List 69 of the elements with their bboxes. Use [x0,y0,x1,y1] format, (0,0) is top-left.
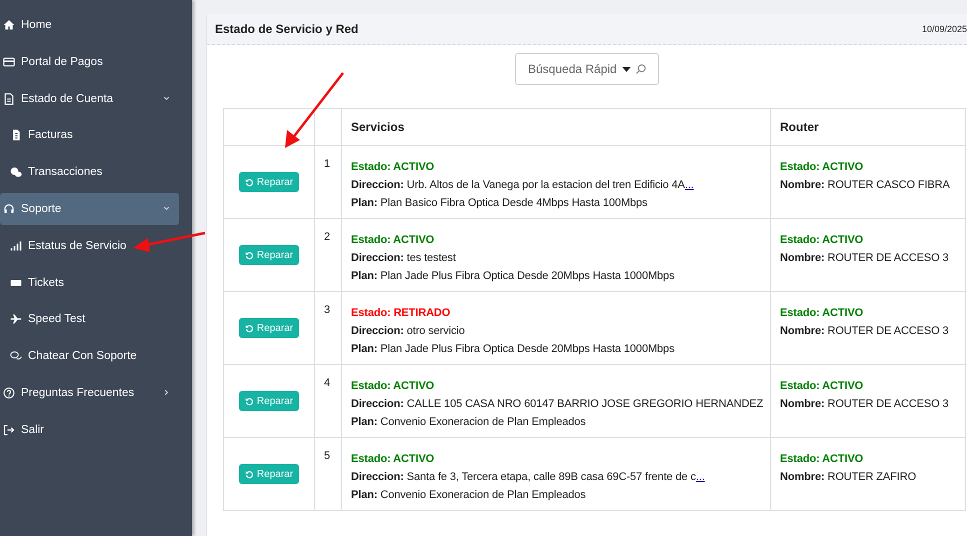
more-link[interactable]: ... [696,471,705,483]
router-name-text: Nombre: ROUTER DE ACCESO 3 [780,397,950,412]
router-name-text: Nombre: ROUTER DE ACCESO 3 [780,324,950,339]
router-name-text: Nombre: ROUTER DE ACCESO 3 [780,251,950,266]
status-text: Estado: ACTIVO [780,306,864,321]
plan-text: Plan: Plan Basico Fibra Optica Desde 4Mbps Hasta 100Mbps [351,196,648,211]
more-link[interactable]: ... [684,179,694,191]
undo-icon [244,470,254,478]
row-number: 4 [324,377,330,389]
undo-icon [244,250,254,260]
row-number: 1 [324,158,330,170]
status-text: Estado: ACTIVO [780,233,864,248]
sidebar-item[interactable]: Chatear Con Soporte [0,340,179,372]
plan-text: Plan: Plan Jade Plus Fibra Optica Desde 20Mbps Hasta 1000Mbps [351,342,676,357]
sidebar-item[interactable]: Soporte [0,192,179,225]
sidebar-item[interactable]: Salir [0,414,179,446]
address-text: Direccion: tes testest [351,251,457,266]
address-text: Direccion: CALLE 105 CASA NRO 60147 BARRIO JOSE GREGORIO HERNANDEZ [351,397,764,412]
plane-icon [10,313,22,326]
row-number: 2 [324,231,330,243]
sidebar-item[interactable]: Transacciones [0,156,179,188]
router-name-text: Nombre: ROUTER ZAFIRO [780,470,918,485]
status-text: Estado: ACTIVO [351,452,436,467]
status-text: Estado: ACTIVO [351,379,436,394]
sidebar-item[interactable]: Facturas [0,119,179,152]
undo-icon [244,396,254,406]
sidebar-item[interactable]: Speed Test [0,303,179,336]
address-text: Direccion: otro servicio [351,324,466,339]
status-text: Estado: ACTIVO [780,160,864,175]
plan-text: Plan: Convenio Exoneracion de Plan Empleados [351,488,587,503]
chevron-right-icon [162,388,171,398]
plan-text: Plan: Plan Jade Plus Fibra Optica Desde 20Mbps Hasta 1000Mbps [351,269,676,284]
sidebar-item[interactable]: Estatus de Servicio [0,230,179,262]
sidebar-item[interactable]: Preguntas Frecuentes [0,376,179,409]
status-text: Estado: ACTIVO [780,452,864,467]
home-icon [3,19,15,31]
undo-icon [244,178,254,186]
coins-icon [10,166,22,178]
sidebar-item[interactable]: Home [0,9,179,41]
sidebar-item[interactable]: Portal de Pagos [0,46,179,78]
plan-text: Plan: Convenio Exoneracion de Plan Empleados [351,415,587,430]
sidebar-item[interactable]: Tickets [0,266,179,299]
chat-icon [10,350,22,362]
status-text: Estado: ACTIVO [780,379,864,394]
column-header: Router [780,120,819,134]
row-number: 5 [324,450,330,462]
column-header: Servicios [351,120,404,134]
panel-title: Estado de Servicio y Red [215,22,358,36]
undo-icon [244,324,254,332]
address-text: Direccion: Santa fe 3, Tercera etapa, calle 89B casa 69C-57 frente de c... [351,470,706,485]
caret-icon [622,66,631,72]
headset-icon [3,202,15,215]
invoice-icon [10,129,22,142]
search-field[interactable]: Búsqueda Rápid [515,53,659,85]
logout-icon [3,424,15,436]
signal-bars-icon [10,240,22,252]
status-text: Estado: RETIRADO [351,306,452,321]
search-icon [635,63,647,75]
address-text: Direccion: Urb. Altos de la Vanega por la estacion del tren Edificio 4A... [351,178,695,193]
help-icon [3,386,15,399]
status-text: Estado: ACTIVO [351,233,436,248]
date-label: 10/09/2025 [922,24,967,34]
search-input[interactable]: Búsqueda Rápid [528,62,618,76]
row-number: 3 [324,304,330,316]
sidebar-item[interactable]: Estado de Cuenta [0,82,179,115]
status-text: Estado: ACTIVO [351,160,436,175]
router-name-text: Nombre: ROUTER CASCO FIBRA [780,178,951,193]
document-icon [3,92,15,105]
card-icon [3,56,15,68]
